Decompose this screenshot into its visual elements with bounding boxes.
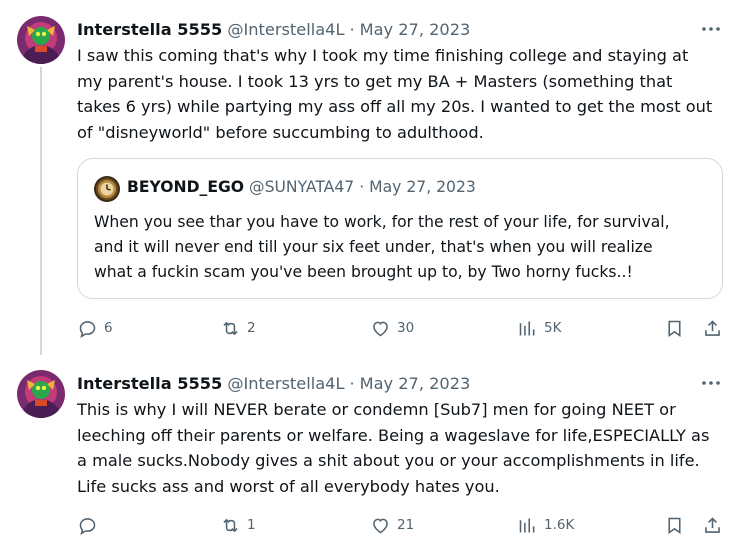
views-button[interactable]: 5K <box>517 316 561 340</box>
tweet-date[interactable]: May 27, 2023 <box>360 20 471 39</box>
tweet-text: This is why I will NEVER berate or conde… <box>77 397 727 499</box>
tweet-text-line: I saw this coming that's why I took my t… <box>77 46 689 65</box>
repost-button[interactable]: 2 <box>220 316 256 340</box>
heart-icon <box>373 321 388 336</box>
author-name[interactable]: Interstella 5555 <box>77 374 222 393</box>
tweet-text-line: Life sucks ass and worst of all everybod… <box>77 476 500 496</box>
bookmark-button[interactable] <box>664 513 685 537</box>
tweet-text-line: takes 6 yrs) while partying my ass off a… <box>77 97 713 116</box>
quote-text-line: When you see thar you have to work, for … <box>94 213 670 231</box>
tweet-text-line: a male sucks.Nobody gives a shit about y… <box>77 451 700 470</box>
tweet-2[interactable]: Interstella 5555 @Interstella4L · May 27… <box>0 355 740 551</box>
view-count: 5K <box>544 320 562 336</box>
quote-text: When you see thar you have to work, for … <box>94 210 714 285</box>
like-count: 30 <box>397 320 415 336</box>
tweet-header: Interstella 5555 @Interstella4L · May 27… <box>77 372 470 394</box>
quote-text-line: and it will never end till your six feet… <box>94 238 653 256</box>
bookmark-icon <box>668 320 681 337</box>
quote-date[interactable]: May 27, 2023 <box>369 178 476 196</box>
separator-dot: · <box>359 178 365 196</box>
tweet-header: Interstella 5555 @Interstella4L · May 27… <box>77 18 470 40</box>
share-upload-icon <box>705 319 720 336</box>
author-handle[interactable]: @Interstella4L <box>227 20 344 39</box>
bar-chart-icon <box>519 321 535 335</box>
author-handle[interactable]: @Interstella4L <box>227 374 344 393</box>
quote-author-name[interactable]: BEYOND_EGO <box>127 178 244 196</box>
tweet-actions: 1 21 1.6K <box>77 513 727 537</box>
tweet-text-line: This is why I will NEVER berate or conde… <box>77 400 676 419</box>
quote-author-handle[interactable]: @SUNYATA47 <box>249 178 354 196</box>
tweet-text: I saw this coming that's why I took my t… <box>77 43 727 145</box>
tweet-text-line: my parent's house. I took 13 yrs to get … <box>77 71 673 91</box>
tweet-text-line: of "disneyworld" before succumbing to ad… <box>77 122 484 142</box>
quote-author-avatar[interactable] <box>94 176 120 202</box>
author-avatar[interactable] <box>17 16 65 64</box>
repost-button[interactable]: 1 <box>220 513 256 537</box>
tweet-text-line: leeching off their parents or welfare. B… <box>77 425 710 445</box>
like-button[interactable]: 30 <box>370 316 414 340</box>
views-button[interactable]: 1.6K <box>517 513 574 537</box>
share-button[interactable] <box>702 513 723 537</box>
view-count: 1.6K <box>544 517 575 533</box>
tweet-1[interactable]: Interstella 5555 @Interstella4L · May 27… <box>0 0 740 357</box>
author-avatar[interactable] <box>17 370 65 418</box>
thread-connector-line <box>40 67 42 357</box>
reply-button[interactable] <box>77 513 104 537</box>
heart-icon <box>373 518 388 533</box>
repost-count: 2 <box>247 320 256 336</box>
separator-dot: · <box>349 19 355 39</box>
like-count: 21 <box>397 517 415 533</box>
clock-avatar-icon <box>94 176 120 202</box>
quote-text-line: what a fuckin scam you've been brought u… <box>94 263 633 281</box>
repost-count: 1 <box>247 517 256 533</box>
author-name[interactable]: Interstella 5555 <box>77 20 222 39</box>
speech-bubble-icon <box>79 517 96 535</box>
three-dots-icon <box>702 27 720 31</box>
separator-dot: · <box>349 373 355 393</box>
share-button[interactable] <box>702 316 723 340</box>
bar-chart-icon <box>519 518 535 532</box>
bookmark-button[interactable] <box>664 316 685 340</box>
share-upload-icon <box>705 516 720 533</box>
more-options-button[interactable] <box>700 18 722 40</box>
tweet-actions: 6 2 30 5K <box>77 316 727 340</box>
tweet-date[interactable]: May 27, 2023 <box>360 374 471 393</box>
bookmark-icon <box>668 517 681 534</box>
reply-count: 6 <box>104 320 113 336</box>
more-options-button[interactable] <box>700 372 722 394</box>
reply-button[interactable]: 6 <box>77 316 113 340</box>
three-dots-icon <box>702 381 720 385</box>
repost-arrows-icon <box>223 321 238 335</box>
quoted-tweet[interactable]: BEYOND_EGO @SUNYATA47 · May 27, 2023 Whe… <box>77 158 723 299</box>
speech-bubble-icon <box>79 320 96 338</box>
quote-header: BEYOND_EGO @SUNYATA47 · May 27, 2023 <box>127 178 476 196</box>
repost-arrows-icon <box>223 518 238 532</box>
like-button[interactable]: 21 <box>370 513 414 537</box>
